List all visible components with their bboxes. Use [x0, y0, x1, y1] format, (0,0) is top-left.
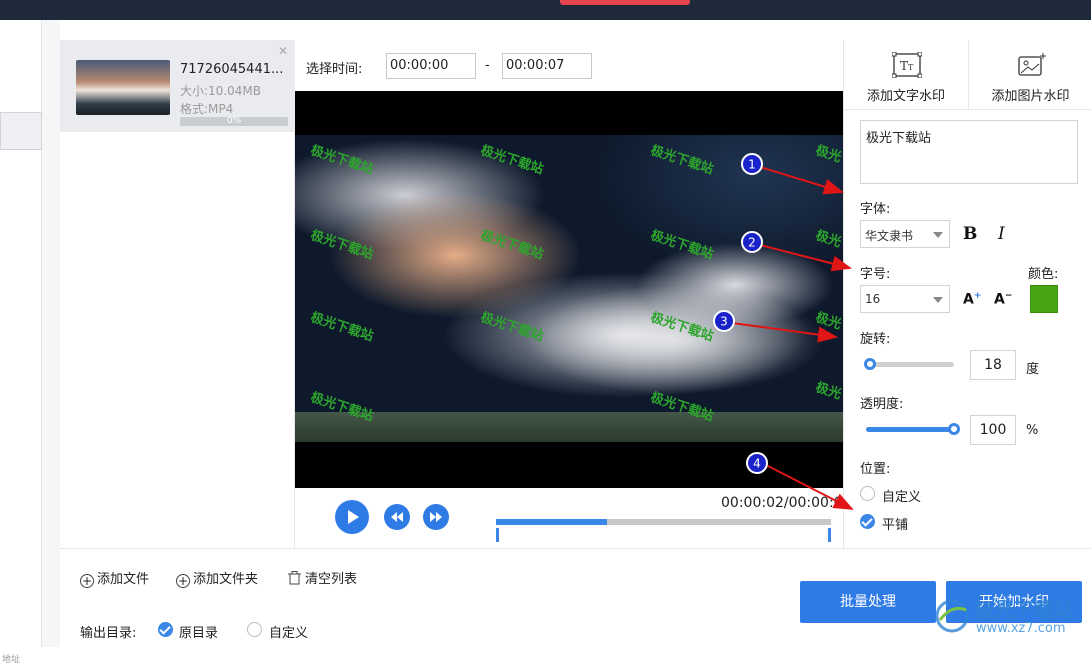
fast-forward-icon	[430, 512, 442, 522]
time-select-bar: 选择时间: 00:00:00 - 00:00:07	[296, 40, 843, 90]
svg-text:T: T	[908, 63, 914, 72]
start-time-input[interactable]: 00:00:00	[386, 53, 476, 79]
rotation-input[interactable]: 18	[970, 350, 1016, 380]
left-nav-selected-item[interactable]	[0, 112, 42, 150]
color-label: 颜色:	[1028, 267, 1059, 282]
play-icon	[348, 510, 359, 524]
clear-list-label: 清空列表	[305, 572, 358, 587]
opacity-input[interactable]: 100	[970, 415, 1016, 445]
left-nav-footer: 地址	[2, 655, 21, 665]
file-name: 71726045441...	[180, 62, 284, 77]
site-logo-icon	[935, 599, 969, 633]
site-logo-url: www.xz7.com	[976, 621, 1066, 636]
title-bar	[0, 0, 1091, 20]
clear-list-button[interactable]: 清空列表	[288, 568, 357, 587]
add-folder-button[interactable]: + 添加文件夹	[176, 568, 258, 588]
add-file-label: 添加文件	[97, 572, 150, 587]
position-label: 位置:	[860, 462, 891, 477]
increase-font-label: A	[963, 291, 974, 308]
trim-range-handles[interactable]	[496, 528, 831, 542]
output-dir-label: 输出目录:	[80, 626, 137, 641]
output-original-label: 原目录	[179, 626, 219, 641]
fireworks-glow	[525, 285, 825, 395]
svg-text:T: T	[900, 59, 908, 73]
file-list-item[interactable]: 71726045441... 大小:10.04MB 格式:MP4 0% ✕	[60, 40, 295, 132]
file-size: 大小:10.04MB	[180, 84, 261, 98]
plus-circle-icon: +	[80, 574, 94, 588]
playback-time: 00:00:02/00:00:07	[721, 495, 852, 511]
fast-forward-button[interactable]	[423, 504, 449, 530]
file-format: 格式:MP4	[180, 102, 234, 116]
opacity-slider-fill	[866, 427, 954, 432]
add-file-button[interactable]: + 添加文件	[80, 568, 149, 588]
rewind-button[interactable]	[384, 504, 410, 530]
playback-progress-track[interactable]	[496, 519, 831, 525]
output-custom-radio[interactable]	[247, 622, 262, 637]
watermark-text-input[interactable]: 极光下载站	[860, 120, 1078, 184]
opacity-slider[interactable]	[866, 423, 960, 435]
rewind-icon	[391, 512, 403, 522]
rotation-slider[interactable]	[864, 358, 954, 370]
video-ground	[295, 412, 843, 442]
font-size-select[interactable]: 16	[860, 285, 950, 313]
batch-process-button[interactable]: 批量处理	[800, 581, 936, 623]
tab-add-image-watermark[interactable]: 添加图片水印	[968, 40, 1091, 110]
file-list: 71726045441... 大小:10.04MB 格式:MP4 0% ✕	[60, 40, 295, 548]
font-label: 字体:	[860, 202, 891, 217]
tab-add-text-label: 添加文字水印	[866, 89, 945, 104]
image-watermark-icon	[1018, 53, 1046, 76]
opacity-slider-handle[interactable]	[948, 423, 960, 435]
chevron-down-icon	[933, 297, 943, 303]
current-time: 00:00:02	[721, 495, 784, 511]
output-custom-label: 自定义	[269, 626, 309, 641]
size-label: 字号:	[860, 267, 891, 282]
close-icon[interactable]: ✕	[278, 44, 288, 58]
opacity-unit: %	[1026, 423, 1039, 438]
playback-controls: 00:00:02/00:00:07	[296, 488, 852, 548]
trash-icon	[288, 571, 301, 585]
watermark-settings-panel: TT 添加文字水印 添加图片水印 极光下载站 字体: 华文隶书 B I 字号: …	[843, 40, 1091, 548]
video-preview[interactable]: 极光下载站 极光下载站 极光下载站 极光下载站 极光下载站 极光下载站 极光下载…	[295, 91, 843, 488]
title-bar-accent	[560, 0, 690, 5]
tab-add-text-watermark[interactable]: TT 添加文字水印	[844, 40, 968, 110]
font-size-value: 16	[865, 292, 881, 306]
panel-gutter	[42, 20, 60, 647]
video-frame	[295, 135, 843, 442]
chevron-down-icon	[933, 232, 943, 238]
time-separator: -	[485, 58, 490, 73]
site-watermark-logo: 极光下载站 www.xz7.com	[934, 592, 1091, 647]
rotation-unit: 度	[1026, 362, 1040, 377]
decrease-font-size-button[interactable]: A−	[994, 291, 1012, 308]
end-time-input[interactable]: 00:00:07	[502, 53, 592, 79]
position-tile-label: 平铺	[882, 518, 909, 533]
increase-font-size-button[interactable]: A+	[963, 291, 981, 308]
rotation-slider-handle[interactable]	[864, 358, 876, 370]
text-watermark-icon: TT	[892, 52, 922, 78]
site-logo-title: 极光下载站	[974, 598, 1074, 622]
video-thumbnail	[76, 60, 170, 115]
bold-button[interactable]: B	[963, 224, 977, 244]
font-select[interactable]: 华文隶书	[860, 220, 950, 248]
left-nav-strip: 地址	[0, 20, 42, 665]
position-tile-radio[interactable]	[860, 514, 875, 529]
decrease-font-label: A	[994, 291, 1005, 308]
font-select-value: 华文隶书	[865, 229, 914, 243]
file-progress-bar: 0%	[180, 117, 288, 126]
play-button[interactable]	[335, 500, 369, 534]
position-custom-radio[interactable]	[860, 486, 875, 501]
add-folder-label: 添加文件夹	[193, 572, 259, 587]
rotation-label: 旋转:	[860, 332, 891, 347]
italic-button[interactable]: I	[998, 224, 1005, 244]
tab-add-image-label: 添加图片水印	[991, 89, 1070, 104]
opacity-label: 透明度:	[860, 397, 904, 412]
plus-circle-icon: +	[176, 574, 190, 588]
output-original-radio[interactable]	[158, 622, 173, 637]
playback-progress-fill	[496, 519, 607, 525]
position-custom-label: 自定义	[882, 490, 922, 505]
color-swatch[interactable]	[1030, 285, 1058, 313]
time-select-label: 选择时间:	[306, 62, 363, 77]
